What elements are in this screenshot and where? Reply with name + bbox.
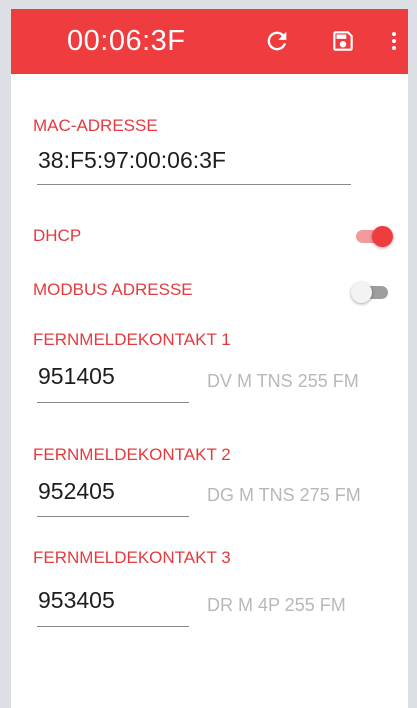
app-bar-title: 00:06:3F <box>67 25 186 57</box>
dhcp-label: DHCP <box>33 226 82 245</box>
refresh-icon[interactable] <box>262 26 292 56</box>
contact-1-label: FERNMELDEKONTAKT 1 <box>33 330 231 349</box>
mac-address-underline <box>37 184 351 185</box>
contact-3-label: FERNMELDEKONTAKT 3 <box>33 548 231 567</box>
contact-2-field[interactable]: 952405 <box>38 477 115 505</box>
more-vert-icon[interactable] <box>385 26 403 56</box>
contact-2-hint: DG M TNS 275 FM <box>207 485 361 505</box>
floppy-disk-icon[interactable] <box>328 26 358 56</box>
contact-3-underline <box>37 626 189 627</box>
contact-1-hint: DV M TNS 255 FM <box>207 371 359 391</box>
contact-3-field[interactable]: 953405 <box>38 586 115 614</box>
dhcp-toggle-thumb <box>372 226 393 247</box>
contact-3-hint: DR M 4P 255 FM <box>207 595 346 615</box>
contact-2-underline <box>37 516 189 517</box>
mac-address-field[interactable]: 38:F5:97:00:06:3F <box>38 146 226 174</box>
modbus-toggle[interactable] <box>351 281 391 303</box>
dhcp-toggle[interactable] <box>353 225 393 247</box>
modbus-toggle-thumb <box>351 282 372 303</box>
contact-2-label: FERNMELDEKONTAKT 2 <box>33 445 231 464</box>
modbus-address-label: MODBUS ADRESSE <box>33 280 193 299</box>
contact-1-underline <box>37 402 189 403</box>
app-screen: 00:06:3F MAC-ADRESSE 38:F5:97:00:06:3F D… <box>11 9 408 708</box>
contact-1-field[interactable]: 951405 <box>38 362 115 390</box>
settings-form: MAC-ADRESSE 38:F5:97:00:06:3F DHCP MODBU… <box>11 74 408 708</box>
mac-address-label: MAC-ADRESSE <box>33 116 158 135</box>
app-bar: 00:06:3F <box>11 9 408 74</box>
